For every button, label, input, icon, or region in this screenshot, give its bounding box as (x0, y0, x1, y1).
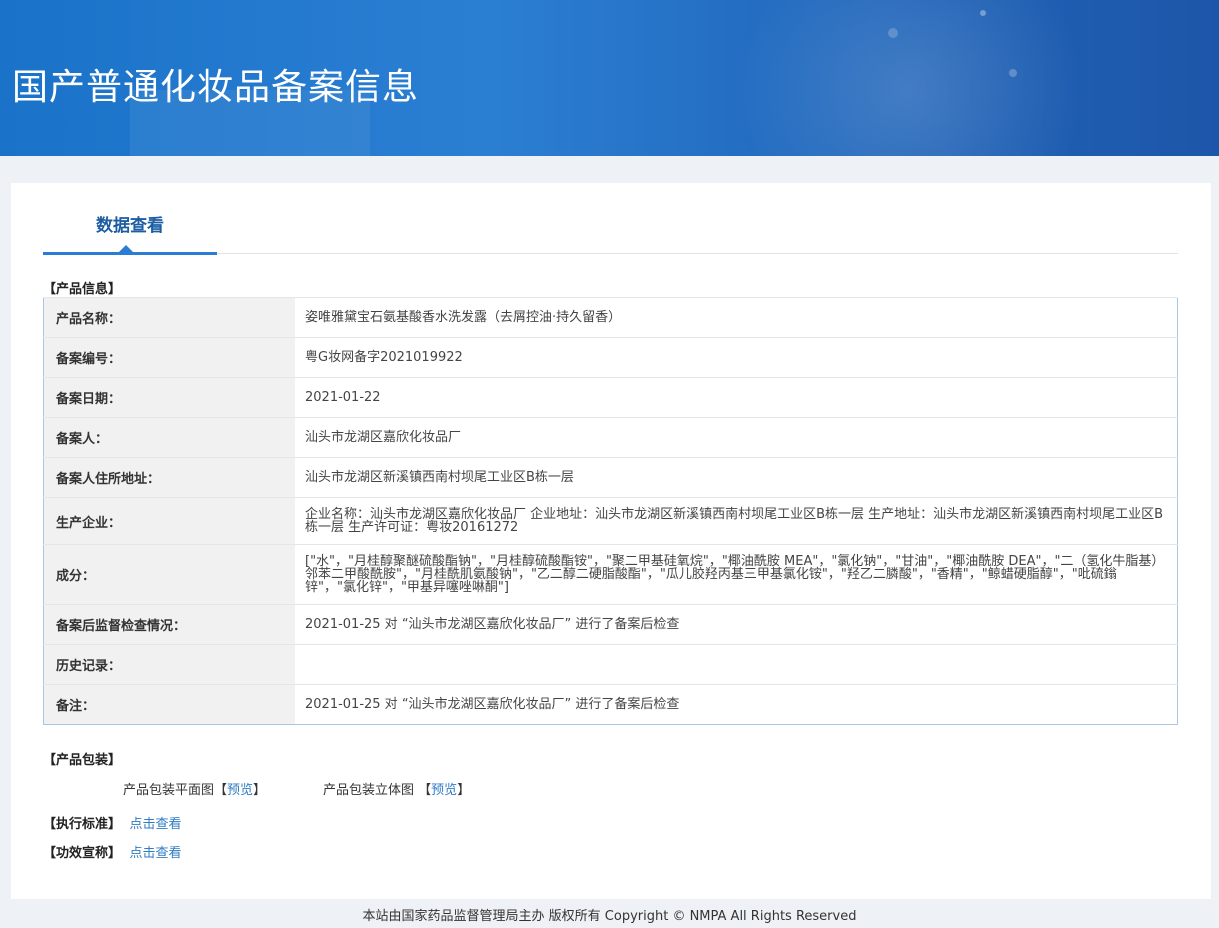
product-info-table: 产品名称： 姿唯雅黛宝石氨基酸香水洗发露（去屑控油·持久留香） 备案编号： 粤G… (43, 297, 1178, 725)
table-row: 备注： 2021-01-25 对 “汕头市龙湖区嘉欣化妆品厂” 进行了备案后检查 (43, 684, 1178, 725)
tab-active-indicator (43, 252, 217, 255)
preview-flat-link[interactable]: 预览 (227, 783, 253, 798)
table-row: 备案后监督检查情况： 2021-01-25 对 “汕头市龙湖区嘉欣化妆品厂” 进… (43, 604, 1178, 645)
row-label: 备案编号： (43, 337, 295, 378)
row-label: 生产企业： (43, 497, 295, 545)
bracket-open: 【 (418, 783, 432, 798)
row-label: 备案人住所地址： (43, 457, 295, 498)
packaging-solid-label: 产品包装立体图 (323, 783, 415, 798)
row-value: 2021-01-25 对 “汕头市龙湖区嘉欣化妆品厂” 进行了备案后检查 (295, 604, 1178, 645)
row-value: 2021-01-22 (295, 377, 1178, 418)
bracket-open: 【 (214, 783, 228, 798)
standard-view-link[interactable]: 点击查看 (130, 817, 182, 832)
row-value: 企业名称：汕头市龙湖区嘉欣化妆品厂 企业地址：汕头市龙湖区新溪镇西南村坝尾工业区… (295, 497, 1178, 545)
row-value: 粤G妆网备字2021019922 (295, 337, 1178, 378)
packaging-flat-label: 产品包装平面图 (123, 783, 215, 798)
row-label: 备案后监督检查情况： (43, 604, 295, 645)
row-value (295, 644, 1178, 685)
section-title-packaging: 【产品包装】 (43, 753, 122, 768)
row-value: 汕头市龙湖区新溪镇西南村坝尾工业区B栋一层 (295, 457, 1178, 498)
content-card: 数据查看 【产品信息】 产品名称： 姿唯雅黛宝石氨基酸香水洗发露（去屑控油·持久… (11, 183, 1211, 899)
row-label: 历史记录： (43, 644, 295, 685)
packaging-solid: 产品包装立体图 【预览】 (323, 779, 470, 798)
table-row: 备案人住所地址： 汕头市龙湖区新溪镇西南村坝尾工业区B栋一层 (43, 457, 1178, 498)
section-efficacy: 【功效宣称】 点击查看 (43, 842, 182, 861)
bracket-close: 】 (457, 783, 471, 798)
row-label: 成分： (43, 544, 295, 605)
footer-copyright: 本站由国家药品监督管理局主办 版权所有 Copyright © NMPA All… (362, 909, 857, 924)
tab-bar: 数据查看 (43, 183, 1178, 255)
table-row: 成分： ["水"，"月桂醇聚醚硫酸酯钠"，"月桂醇硫酸酯铵"，"聚二甲基硅氧烷"… (43, 544, 1178, 605)
table-row: 产品名称： 姿唯雅黛宝石氨基酸香水洗发露（去屑控油·持久留香） (43, 297, 1178, 338)
table-row: 历史记录： (43, 644, 1178, 685)
banner-decoration (980, 10, 986, 16)
tab-arrow-icon (119, 245, 133, 252)
section-title-product-info: 【产品信息】 (43, 282, 122, 297)
banner-decoration (700, 0, 1120, 156)
table-row: 备案编号： 粤G妆网备字2021019922 (43, 337, 1178, 378)
bracket-close: 】 (253, 783, 267, 798)
row-value: 2021-01-25 对 “汕头市龙湖区嘉欣化妆品厂” 进行了备案后检查 (295, 684, 1178, 725)
table-row: 生产企业： 企业名称：汕头市龙湖区嘉欣化妆品厂 企业地址：汕头市龙湖区新溪镇西南… (43, 497, 1178, 545)
preview-solid-link[interactable]: 预览 (431, 783, 457, 798)
table-row: 备案日期： 2021-01-22 (43, 377, 1178, 418)
tab-data-view[interactable]: 数据查看 (43, 211, 217, 236)
row-value: ["水"，"月桂醇聚醚硫酸酯钠"，"月桂醇硫酸酯铵"，"聚二甲基硅氧烷"，"椰油… (295, 544, 1178, 605)
row-label: 备案人： (43, 417, 295, 458)
row-value: 汕头市龙湖区嘉欣化妆品厂 (295, 417, 1178, 458)
row-value: 姿唯雅黛宝石氨基酸香水洗发露（去屑控油·持久留香） (295, 297, 1178, 338)
row-label: 备注： (43, 684, 295, 725)
section-standard: 【执行标准】 点击查看 (43, 813, 182, 832)
packaging-flat: 产品包装平面图【预览】 (123, 779, 266, 798)
row-label: 备案日期： (43, 377, 295, 418)
table-row: 备案人： 汕头市龙湖区嘉欣化妆品厂 (43, 417, 1178, 458)
efficacy-view-link[interactable]: 点击查看 (130, 846, 182, 861)
section-title-efficacy: 【功效宣称】 (43, 846, 122, 861)
section-title-standard: 【执行标准】 (43, 817, 122, 832)
row-label: 产品名称： (43, 297, 295, 338)
header-banner: 国产普通化妆品备案信息 (0, 0, 1219, 156)
page-title: 国产普通化妆品备案信息 (12, 67, 420, 108)
